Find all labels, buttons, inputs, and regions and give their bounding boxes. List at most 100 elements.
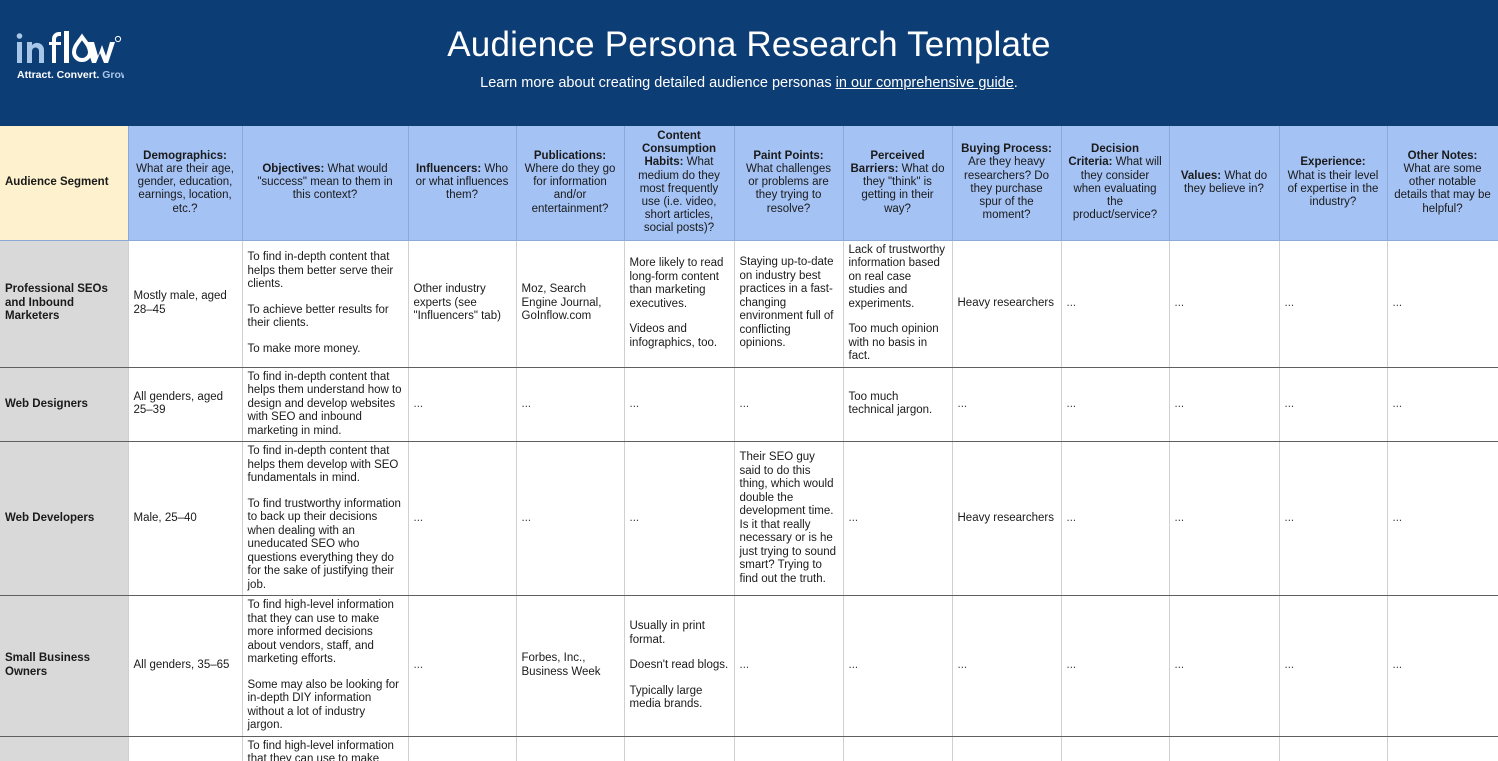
cell-perceived-barriers[interactable]: ... (843, 595, 953, 737)
cell-publications[interactable]: ... (516, 441, 625, 597)
cell-content-consumption-habits[interactable]: ... (624, 441, 735, 597)
column-header-label: Audience Segment (5, 176, 109, 189)
column-header-experience[interactable]: Experience: What is their level of exper… (1279, 126, 1388, 241)
cell-paragraph: Staying up-to-date on industry best prac… (739, 256, 834, 350)
cell-paint-points[interactable]: Choosing whether to hire and in-house SE… (734, 736, 844, 761)
cell-experience[interactable]: ... (1279, 736, 1388, 761)
cell-objectives[interactable]: To find high-level information that they… (242, 736, 409, 761)
cell-values[interactable]: ... (1169, 367, 1280, 443)
cell-perceived-barriers[interactable]: Lack of trustworthy information based on… (843, 240, 953, 368)
cell-values[interactable]: ... (1169, 441, 1280, 597)
cell-paragraph: To find trustworthy information to back … (247, 497, 401, 591)
column-header-perceived-barriers[interactable]: Perceived Barriers: What do they "think"… (843, 126, 953, 241)
cell-content-consumption-habits[interactable]: ... (624, 367, 735, 443)
cell-decision-criteria[interactable]: ... (1061, 441, 1170, 597)
cell-influencers[interactable]: ... (408, 367, 517, 443)
empty-placeholder: ... (1392, 659, 1403, 672)
cell-buying-process[interactable]: Heavy researchers (952, 736, 1062, 761)
cell-buying-process[interactable]: Heavy researchers (952, 240, 1062, 368)
cell-paragraph: To find in-depth content that helps them… (247, 370, 402, 437)
subtitle-text-after: . (1013, 75, 1018, 91)
column-header-influencers[interactable]: Influencers: Who or what influences them… (408, 126, 517, 241)
cell-objectives[interactable]: To find in-depth content that helps them… (242, 240, 409, 368)
row-header-audience-segment[interactable]: Web Developers (0, 441, 129, 597)
cell-content-consumption-habits[interactable]: Usually in print format.Doesn't read blo… (624, 595, 735, 737)
cell-influencers[interactable]: Other industry experts (see "Influencers… (408, 240, 517, 368)
cell-demographics[interactable]: Male, 35–55 (128, 736, 243, 761)
cell-objectives[interactable]: To find in-depth content that helps them… (242, 367, 409, 443)
row-header-audience-segment[interactable]: Professional SEOs and Inbound Marketers (0, 240, 129, 368)
empty-placeholder: ... (739, 659, 750, 672)
cell-paragraph: To find in-depth content that helps them… (247, 445, 399, 485)
comprehensive-guide-link[interactable]: in our comprehensive guide (836, 75, 1014, 91)
cell-other-notes[interactable]: ... (1387, 367, 1498, 443)
cell-paint-points[interactable]: Their SEO guy said to do this thing, whi… (734, 441, 844, 597)
cell-content-consumption-habits[interactable]: Usually in print format.Doesn't read blo… (624, 736, 735, 761)
empty-placeholder: ... (1066, 511, 1077, 524)
cell-influencers[interactable]: ... (408, 441, 517, 597)
cell-publications[interactable]: ... (516, 367, 625, 443)
row-header-audience-segment[interactable]: Marketing Executives (0, 736, 129, 761)
cell-demographics[interactable]: Male, 25–40 (128, 441, 243, 597)
column-header-buying-process[interactable]: Buying Process: Are they heavy researche… (952, 126, 1062, 241)
cell-perceived-barriers[interactable]: Lack of budget and data to inform them o… (843, 736, 953, 761)
column-header-content-consumption-habits[interactable]: Content Consumption Habits: What medium … (624, 126, 735, 241)
cell-paint-points[interactable]: Staying up-to-date on industry best prac… (734, 240, 844, 368)
cell-experience[interactable]: ... (1279, 595, 1388, 737)
cell-decision-criteria[interactable]: ... (1061, 736, 1170, 761)
cell-influencers[interactable]: ... (408, 595, 517, 737)
cell-demographics[interactable]: All genders, aged 25–39 (128, 367, 243, 443)
cell-experience[interactable]: ... (1279, 367, 1388, 443)
cell-content-consumption-habits[interactable]: More likely to read long-form content th… (624, 240, 735, 368)
cell-paragraph: Male, 25–40 (133, 511, 197, 524)
cell-values[interactable]: ... (1169, 240, 1280, 368)
cell-objectives[interactable]: To find in-depth content that helps them… (242, 441, 409, 597)
empty-placeholder: ... (1392, 397, 1403, 410)
cell-buying-process[interactable]: ... (952, 367, 1062, 443)
cell-other-notes[interactable]: ... (1387, 595, 1498, 737)
cell-publications[interactable]: Forbes, Inc., Business Week (516, 595, 625, 737)
cell-buying-process[interactable]: ... (952, 595, 1062, 737)
cell-paint-points[interactable]: ... (734, 367, 844, 443)
cell-experience[interactable]: ... (1279, 240, 1388, 368)
cell-decision-criteria[interactable]: ... (1061, 367, 1170, 443)
cell-other-notes[interactable]: ... (1387, 441, 1498, 597)
cell-perceived-barriers[interactable]: ... (843, 441, 953, 597)
cell-decision-criteria[interactable]: ... (1061, 595, 1170, 737)
cell-demographics[interactable]: Mostly male, aged 28–45 (128, 240, 243, 368)
empty-placeholder: ... (413, 511, 424, 524)
column-header-audience-segment[interactable]: Audience Segment (0, 126, 129, 241)
row-header-audience-segment[interactable]: Web Designers (0, 367, 129, 443)
cell-decision-criteria[interactable]: ... (1061, 240, 1170, 368)
cell-values[interactable]: ... (1169, 595, 1280, 737)
cell-paint-points[interactable]: ... (734, 595, 844, 737)
column-header-other-notes[interactable]: Other Notes: What are some other notable… (1387, 126, 1498, 241)
column-header-question: Where do they go for information and/or … (524, 163, 616, 215)
cell-values[interactable]: ... (1169, 736, 1280, 761)
column-header-demographics[interactable]: Demographics: What are their age, gender… (128, 126, 243, 241)
empty-placeholder: ... (1066, 397, 1077, 410)
cell-publications[interactable]: ... (516, 736, 625, 761)
cell-publications[interactable]: Moz, Search Engine Journal, GoInflow.com (516, 240, 625, 368)
cell-perceived-barriers[interactable]: Too much technical jargon. (843, 367, 953, 443)
column-header-objectives[interactable]: Objectives: What would "success" mean to… (242, 126, 409, 241)
cell-demographics[interactable]: All genders, 35–65 (128, 595, 243, 737)
cell-experience[interactable]: ... (1279, 441, 1388, 597)
cell-other-notes[interactable]: ... (1387, 240, 1498, 368)
cell-influencers[interactable]: ... (408, 736, 517, 761)
column-header-label: Objectives: (262, 163, 325, 175)
row-header-audience-segment[interactable]: Small Business Owners (0, 595, 129, 737)
persona-table-container[interactable]: Audience Segment Demographics: What are … (0, 126, 1498, 761)
cell-objectives[interactable]: To find high-level information that they… (242, 595, 409, 737)
column-header-publications[interactable]: Publications: Where do they go for infor… (516, 126, 625, 241)
column-header-paint-points[interactable]: Paint Points: What challenges or problem… (734, 126, 844, 241)
cell-other-notes[interactable]: ... (1387, 736, 1498, 761)
empty-placeholder: ... (413, 397, 424, 410)
cell-buying-process[interactable]: Heavy researchers (952, 441, 1062, 597)
empty-placeholder: ... (957, 397, 968, 410)
column-header-decision-criteria[interactable]: Decision Criteria: What will they consid… (1061, 126, 1170, 241)
cell-paragraph: Moz, Search Engine Journal, GoInflow.com (521, 283, 602, 323)
column-header-values[interactable]: Values: What do they believe in? (1169, 126, 1280, 241)
empty-placeholder: ... (521, 397, 532, 410)
table-header-row: Audience Segment Demographics: What are … (0, 126, 1498, 241)
